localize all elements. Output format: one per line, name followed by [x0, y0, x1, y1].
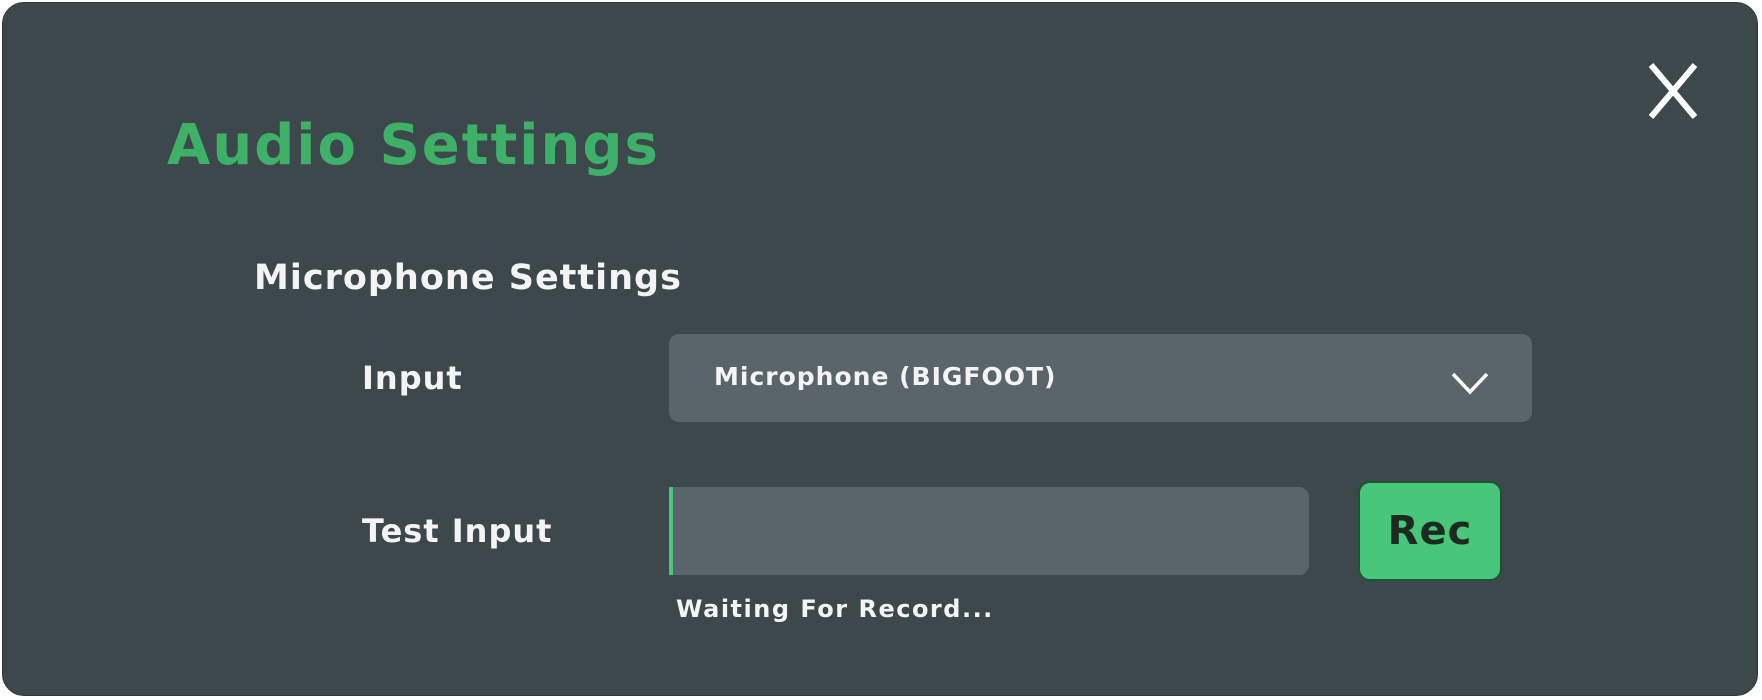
audio-settings-dialog: Audio Settings Microphone Settings Input…: [2, 2, 1758, 696]
close-button[interactable]: [1643, 59, 1703, 123]
dialog-title: Audio Settings: [167, 113, 660, 178]
input-level-fill: [669, 487, 673, 575]
input-device-selected: Microphone (BIGFOOT): [714, 362, 1057, 391]
microphone-settings-heading: Microphone Settings: [254, 258, 682, 298]
input-label: Input: [362, 359, 463, 397]
chevron-down-icon: [1451, 372, 1489, 395]
record-button-label: Rec: [1387, 508, 1473, 554]
input-level-meter: [669, 487, 1309, 575]
close-x-icon: [1648, 63, 1698, 119]
record-status-text: Waiting For Record...: [676, 595, 994, 623]
input-device-dropdown[interactable]: Microphone (BIGFOOT): [669, 334, 1532, 422]
test-input-label: Test Input: [362, 512, 553, 550]
record-button[interactable]: Rec: [1358, 481, 1502, 581]
